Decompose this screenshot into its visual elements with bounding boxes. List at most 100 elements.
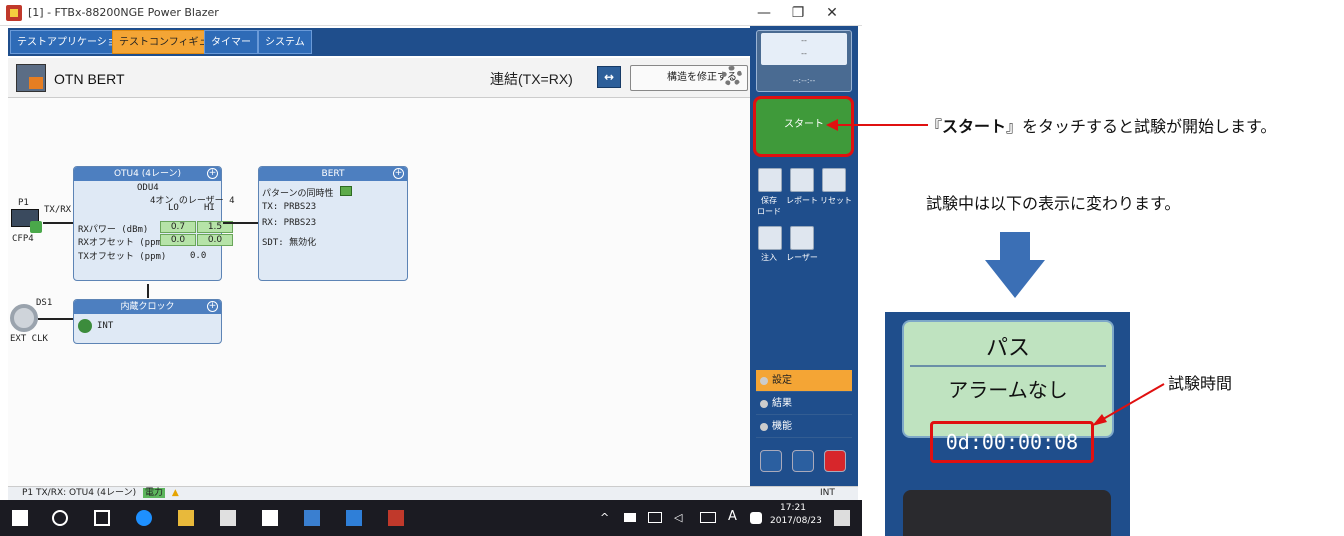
elapsed-time: 0d:00:00:08: [930, 421, 1094, 463]
clock-title: 内蔵クロック: [120, 302, 175, 312]
down-arrow-icon: [985, 260, 1045, 298]
laser-warning-icon: ▲: [171, 488, 179, 498]
rx-offset-label: RXオフセット (ppm): [78, 238, 167, 248]
volume-icon[interactable]: ◁: [674, 511, 682, 524]
window-title: [1] - FTBx-88200NGE Power Blazer: [28, 6, 219, 19]
status-bar: P1 TX/RX: OTU4 (4レーン) 電力 ▲ INT: [8, 486, 858, 500]
mail-icon[interactable]: [262, 510, 278, 526]
link-toggle-button[interactable]: ↔: [597, 66, 621, 88]
clock-icon: [78, 319, 92, 333]
app-t-icon[interactable]: [346, 510, 362, 526]
battery-icon[interactable]: [624, 513, 636, 522]
help-icon[interactable]: [792, 450, 814, 472]
bert-rx: RX: PRBS23: [262, 218, 317, 228]
clock-date: 2017/08/23: [770, 516, 822, 526]
power-badge: 電力: [142, 488, 165, 498]
otu4-title: OTU4 (4レーン): [113, 169, 182, 179]
maximize-button[interactable]: ❐: [782, 3, 814, 23]
app-icon: [6, 5, 22, 21]
file-explorer-icon[interactable]: [178, 510, 194, 526]
bnc-connector-icon[interactable]: [10, 304, 38, 332]
start-note-bold: スタート: [942, 117, 1007, 136]
save-load-icon[interactable]: [758, 168, 782, 192]
gear-icon[interactable]: [722, 66, 742, 86]
taskbar-clock[interactable]: 17:21 2017/08/23: [770, 502, 822, 528]
status-timer: --:--:--: [792, 76, 816, 85]
tab-system[interactable]: システム: [258, 30, 312, 54]
tray-app-icon[interactable]: [750, 512, 762, 524]
status-int: INT: [820, 488, 835, 498]
clock-time: 17:21: [780, 503, 806, 513]
nav-results[interactable]: 結果: [756, 393, 852, 415]
search-icon[interactable]: [52, 510, 68, 526]
nav-functions[interactable]: 機能: [756, 416, 852, 438]
down-arrow-stem: [1000, 232, 1030, 260]
close-button[interactable]: ✕: [816, 3, 848, 23]
network-icon[interactable]: [648, 512, 662, 523]
ds1-label: DS1: [36, 298, 53, 308]
start-note-suffix: 』をタッチすると試験が開始します。: [1006, 117, 1277, 136]
port-p1-label: P1: [18, 198, 29, 208]
status-line-2: --: [801, 49, 807, 58]
ext-clk-label: EXT CLK: [10, 334, 48, 344]
tx-offset-value: 0.0: [190, 251, 207, 261]
start-callout-arrowhead: [826, 119, 838, 131]
windows-start-icon[interactable]: [12, 510, 28, 526]
nav-settings[interactable]: 設定: [756, 370, 852, 392]
laser-icon[interactable]: [790, 226, 814, 250]
clock-header: 内蔵クロック +: [74, 300, 221, 314]
lo-header: LO: [168, 203, 179, 213]
start-instruction: 『スタート』をタッチすると試験が開始します。: [926, 113, 1276, 137]
inset-button-area: [903, 490, 1111, 536]
hi-header: HI: [204, 203, 215, 213]
clock-block[interactable]: 内蔵クロック +: [73, 299, 222, 344]
start-callout-line: [834, 124, 928, 126]
keyboard-icon[interactable]: [700, 512, 716, 523]
info-icon[interactable]: [760, 450, 782, 472]
app-tile-icon[interactable]: [304, 510, 320, 526]
during-test-note: 試験中は以下の表示に変わります。: [926, 194, 1181, 213]
tray-chevron-icon[interactable]: ^: [600, 511, 609, 524]
tab-timer[interactable]: タイマー: [204, 30, 258, 54]
tx-offset-label: TXオフセット (ppm): [78, 252, 167, 262]
p1-link-arrow: [43, 222, 73, 224]
exit-icon[interactable]: [824, 450, 846, 472]
ime-indicator[interactable]: A: [728, 509, 737, 524]
pattern-sync-label: パターンの同時性: [262, 189, 334, 199]
report-icon[interactable]: [790, 168, 814, 192]
reset-icon[interactable]: [822, 168, 846, 192]
task-view-icon[interactable]: [94, 510, 110, 526]
rx-power-label: RXパワー (dBm): [78, 225, 149, 235]
laser-count: 4オン のレーザー 4: [150, 196, 235, 206]
status-divider: [910, 365, 1106, 367]
link-label: 連結(TX=RX): [490, 71, 573, 87]
clock-link-arrow: [147, 284, 149, 298]
laser-label: レーザー: [786, 253, 818, 262]
pass-label: パス: [985, 336, 1030, 361]
otn-bert-icon: [16, 64, 46, 92]
expand-icon[interactable]: +: [207, 301, 218, 312]
test-time-label: 試験時間: [1168, 374, 1233, 393]
notification-icon[interactable]: [834, 510, 850, 526]
bert-sdt: SDT: 無効化: [262, 238, 317, 248]
check-icon: [30, 221, 42, 233]
port-txrx-label: TX/RX: [44, 205, 72, 215]
minimize-button[interactable]: —: [748, 3, 780, 23]
rx-power-lo: 0.7: [160, 221, 196, 233]
inject-label: 注入: [761, 253, 777, 262]
store-icon[interactable]: [220, 510, 236, 526]
edge-browser-icon[interactable]: [136, 510, 152, 526]
ds1-link-arrow: [38, 318, 73, 320]
bert-header: BERT +: [259, 167, 407, 181]
bert-tx: TX: PRBS23: [262, 202, 317, 212]
expand-icon[interactable]: +: [393, 168, 404, 179]
status-text: P1 TX/RX: OTU4 (4レーン): [22, 488, 137, 498]
expand-icon[interactable]: +: [207, 168, 218, 179]
otu4-header: OTU4 (4レーン) +: [74, 167, 221, 181]
power-blazer-task-icon[interactable]: [388, 510, 404, 526]
title-bar: [1] - FTBx-88200NGE Power Blazer — ❐ ✕: [0, 0, 862, 26]
inject-icon[interactable]: [758, 226, 782, 250]
time-callout-arrow: [1092, 383, 1165, 426]
page-title: OTN BERT: [54, 71, 125, 87]
status-display: -- --: [761, 33, 847, 65]
